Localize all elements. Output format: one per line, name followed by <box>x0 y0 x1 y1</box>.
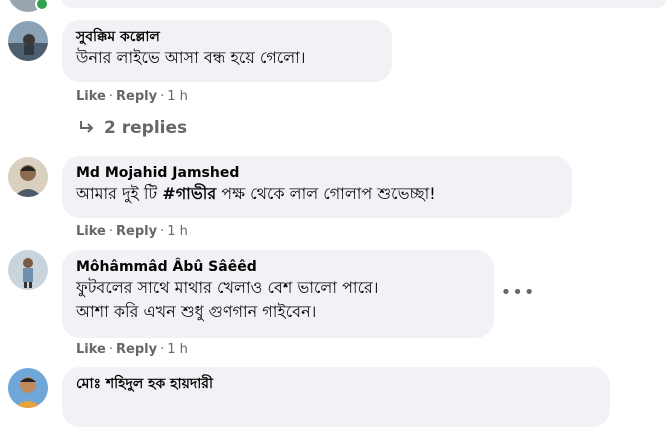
like-button[interactable]: Like <box>76 89 106 104</box>
reply-button[interactable]: Reply <box>116 342 157 357</box>
avatar[interactable] <box>8 157 48 197</box>
comment-actions: Like · Reply · 1 h <box>76 89 188 104</box>
comment-text-line: ফুটবলের সাথে মাথার খেলাও বেশ ভালো পারে। <box>76 278 379 297</box>
comment-time[interactable]: 1 h <box>167 342 188 357</box>
reply-arrow-icon <box>80 121 94 133</box>
comment-bubble: সুবক্কিম কল্লোল উনার লাইভে আসা বন্ধ হয়ে… <box>62 20 392 82</box>
replies-label[interactable]: 2 replies <box>104 118 187 138</box>
comment-bubble: Md Mojahid Jamshed আমার দুই টি #গাভীর পক… <box>62 156 572 218</box>
like-button[interactable]: Like <box>76 224 106 239</box>
comment-bubble: Môhâmmâd Âbû Sâêêd ফুটবলের সাথে মাথার খে… <box>62 250 494 338</box>
comment-text: আমার দুই টি #গাভীর পক্ষ থেকে লাল গোলাপ শ… <box>76 184 436 203</box>
comment-bubble: মোঃ শহিদুল হক হায়দারী <box>62 367 610 427</box>
avatar[interactable] <box>8 250 48 290</box>
comment-author[interactable]: মোঃ শহিদুল হক হায়দারী <box>76 375 596 393</box>
like-button[interactable]: Like <box>76 342 106 357</box>
hashtag-link[interactable]: #গাভীর <box>162 184 216 203</box>
comment-author[interactable]: Md Mojahid Jamshed <box>76 164 558 182</box>
comment-text-line: আশা করি এখন শুধু গুণগান গাইবেন। <box>76 302 317 321</box>
reply-button[interactable]: Reply <box>116 89 157 104</box>
comment-author[interactable]: Môhâmmâd Âbû Sâêêd <box>76 258 480 276</box>
comment-actions: Like · Reply · 1 h <box>76 342 188 357</box>
avatar[interactable] <box>8 368 48 408</box>
online-status-icon <box>35 0 49 11</box>
comment-bubble-previous <box>62 0 667 8</box>
comment-text: উনার লাইভে আসা বন্ধ হয়ে গেলো। <box>76 48 306 67</box>
reply-button[interactable]: Reply <box>116 224 157 239</box>
comment-author[interactable]: সুবক্কিম কল্লোল <box>76 28 378 46</box>
avatar-previous[interactable] <box>8 0 49 12</box>
comment-actions: Like · Reply · 1 h <box>76 224 188 239</box>
comment-time[interactable]: 1 h <box>167 224 188 239</box>
more-options-icon[interactable]: ••• <box>501 280 535 304</box>
comment-time[interactable]: 1 h <box>167 89 188 104</box>
view-replies-button[interactable]: 2 replies <box>78 116 187 140</box>
avatar[interactable] <box>8 21 48 61</box>
